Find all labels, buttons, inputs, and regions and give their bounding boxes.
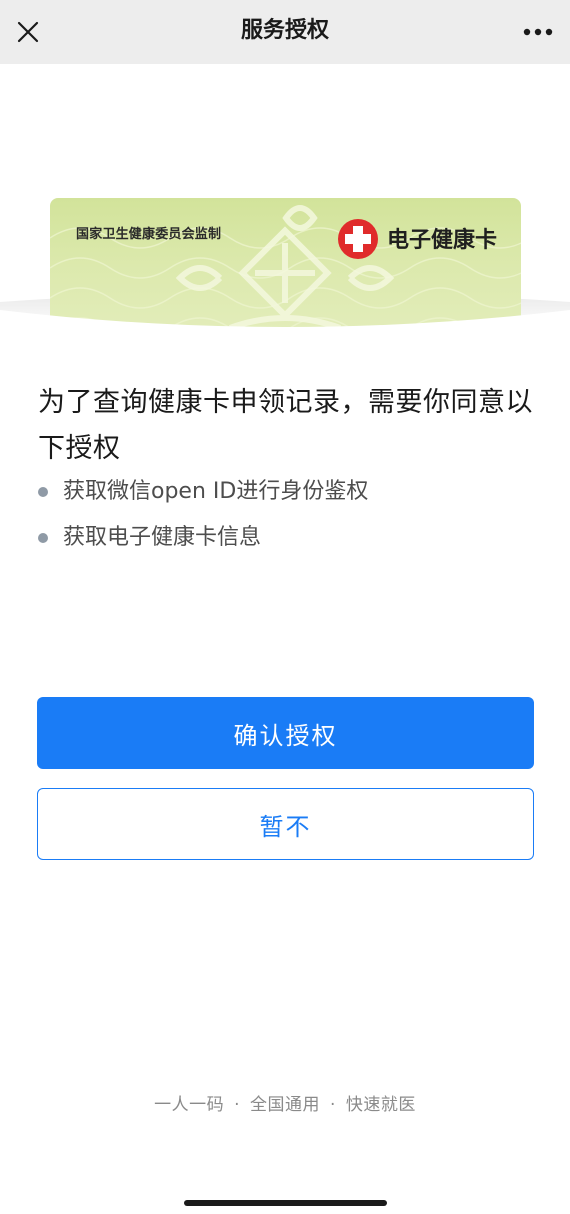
card-issuer: 国家卫生健康委员会监制	[76, 227, 222, 242]
footer-separator: ·	[234, 1095, 240, 1115]
more-dots-icon	[523, 28, 553, 36]
list-item: 获取电子健康卡信息	[38, 518, 538, 564]
permission-text: 获取微信open ID进行身份鉴权	[63, 479, 369, 504]
footer-separator: ·	[330, 1095, 336, 1115]
footer-slogan: 一人一码 · 全国通用 · 快速就医	[0, 1090, 570, 1115]
permission-list: 获取微信open ID进行身份鉴权 获取电子健康卡信息	[38, 472, 538, 564]
footer-item: 全国通用	[250, 1095, 320, 1115]
red-cross-icon	[338, 219, 378, 259]
bullet-dot-icon	[38, 533, 48, 543]
permission-text: 获取电子健康卡信息	[63, 525, 262, 550]
home-indicator	[184, 1200, 387, 1206]
decline-button[interactable]: 暂不	[37, 788, 534, 860]
card-brand: 电子健康卡	[387, 228, 498, 253]
bullet-dot-icon	[38, 487, 48, 497]
authorization-headline: 为了查询健康卡申领记录，需要你同意以下授权	[38, 387, 533, 464]
footer-item: 一人一码	[154, 1095, 225, 1115]
more-button[interactable]	[516, 12, 560, 52]
confirm-authorization-button[interactable]: 确认授权	[37, 697, 534, 769]
card-mask	[0, 310, 570, 368]
footer-item: 快速就医	[345, 1095, 416, 1115]
list-item: 获取微信open ID进行身份鉴权	[38, 472, 538, 518]
nav-bar: 服务授权	[0, 0, 570, 64]
page-title: 服务授权	[240, 18, 329, 43]
